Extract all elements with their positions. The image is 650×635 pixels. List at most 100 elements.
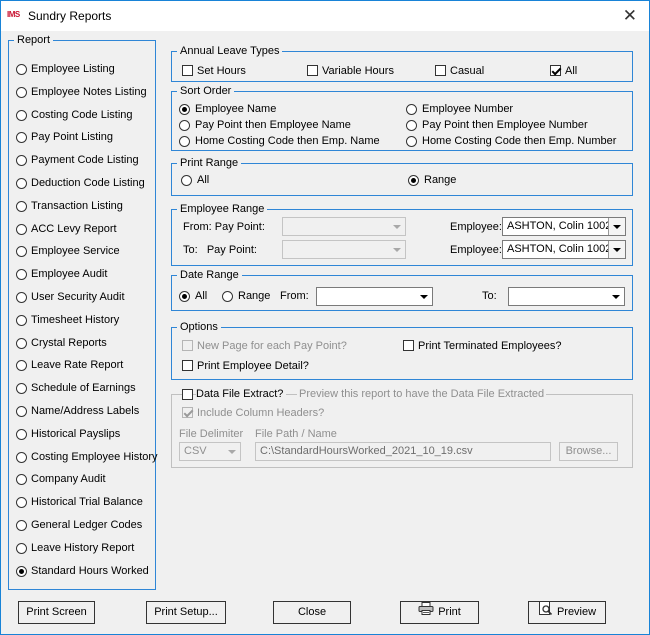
file-path-input[interactable]: C:\StandardHoursWorked_2021_10_19.csv — [255, 442, 551, 461]
report-item[interactable]: Crystal Reports — [16, 336, 156, 352]
print-button[interactable]: Print — [400, 601, 479, 624]
report-item-label: Employee Notes Listing — [31, 85, 147, 98]
date-range-all-radio[interactable] — [179, 291, 190, 302]
to-employee-combo[interactable]: ASHTON, Colin 1002 — [502, 240, 626, 259]
print-range-range-radio[interactable] — [408, 175, 419, 186]
report-radio[interactable] — [16, 474, 27, 486]
report-item[interactable]: Leave Rate Report — [16, 358, 156, 374]
report-item[interactable]: Costing Employee History — [16, 450, 158, 466]
report-item-label: Historical Trial Balance — [31, 496, 143, 509]
report-radio[interactable] — [16, 64, 27, 75]
include-headers-checkbox[interactable] — [182, 407, 193, 418]
report-item-label: Costing Code Listing — [31, 108, 133, 121]
report-radio[interactable] — [16, 223, 27, 235]
report-radio[interactable] — [16, 406, 27, 417]
sort-employee-name-radio[interactable] — [179, 104, 190, 115]
report-radio[interactable] — [16, 497, 27, 509]
report-radio[interactable] — [16, 86, 27, 98]
preview-magnifier-icon — [538, 601, 553, 624]
to-pay-point-combo[interactable] — [282, 240, 406, 259]
from-employee-combo[interactable]: ASHTON, Colin 1002 — [502, 217, 626, 236]
print-range-group-title: Print Range — [177, 156, 242, 170]
browse-button[interactable]: Browse... — [559, 442, 618, 461]
report-item-label: User Security Audit — [31, 291, 125, 303]
report-item[interactable]: Employee Listing — [16, 62, 156, 78]
sort-pay-point-number-radio[interactable] — [406, 120, 417, 131]
report-radio[interactable] — [16, 451, 27, 463]
print-setup-button-label: Print Setup... — [154, 606, 218, 618]
report-item[interactable]: Timesheet History — [16, 313, 156, 329]
from-employee-value: ASHTON, Colin 1002 — [507, 220, 612, 232]
variable-hours-checkbox[interactable] — [307, 65, 318, 76]
print-setup-button[interactable]: Print Setup... — [146, 601, 226, 624]
print-range-all-radio[interactable] — [181, 175, 192, 186]
report-radio[interactable] — [16, 520, 27, 531]
close-button-label: Close — [297, 606, 327, 618]
close-button[interactable]: Close — [273, 601, 351, 624]
report-radio[interactable] — [16, 383, 27, 395]
print-terminated-checkbox[interactable] — [403, 340, 414, 351]
report-radio[interactable] — [16, 428, 27, 440]
report-item[interactable]: ACC Levy Report — [16, 222, 156, 238]
report-item-label: Leave Rate Report — [31, 359, 124, 372]
window-title: Sundry Reports — [28, 9, 112, 23]
report-item[interactable]: Historical Trial Balance — [16, 495, 156, 511]
sort-employee-number-radio[interactable] — [406, 104, 417, 115]
report-item[interactable]: Schedule of Earnings — [16, 381, 156, 397]
report-radio[interactable] — [16, 337, 27, 349]
report-item-label: Employee Audit — [31, 268, 108, 281]
data-file-extract-checkbox[interactable] — [182, 389, 193, 400]
report-item[interactable]: Employee Audit — [16, 267, 156, 283]
report-item[interactable]: Standard Hours Worked — [16, 564, 156, 580]
report-item[interactable]: Name/Address Labels — [16, 404, 156, 420]
report-radio[interactable] — [16, 314, 27, 326]
print-screen-button[interactable]: Print Screen — [18, 601, 95, 624]
report-item[interactable]: User Security Audit — [16, 290, 156, 306]
report-item-label: ACC Levy Report — [31, 222, 117, 235]
report-item[interactable]: Deduction Code Listing — [16, 176, 156, 192]
date-range-range-label: Range — [238, 290, 271, 302]
variable-hours-label: Variable Hours — [322, 65, 394, 77]
report-radio[interactable] — [16, 292, 27, 303]
report-item[interactable]: Historical Payslips — [16, 427, 156, 443]
sort-home-costing-name-radio[interactable] — [179, 136, 190, 147]
sort-pay-point-name-radio[interactable] — [179, 120, 190, 131]
report-item[interactable]: Transaction Listing — [16, 199, 156, 215]
to-employee-label: Employee: — [450, 244, 502, 256]
new-page-checkbox[interactable] — [182, 340, 193, 351]
report-item[interactable]: General Ledger Codes — [16, 518, 156, 534]
data-file-extract-label: Data File Extract? — [196, 388, 287, 401]
file-delimiter-combo[interactable]: CSV — [179, 442, 241, 461]
report-item[interactable]: Pay Point Listing — [16, 130, 156, 146]
report-item-label: General Ledger Codes — [31, 519, 143, 531]
report-radio[interactable] — [16, 178, 27, 189]
report-item[interactable]: Costing Code Listing — [16, 108, 156, 124]
date-to-combo[interactable] — [508, 287, 625, 306]
preview-button[interactable]: Preview — [528, 601, 606, 624]
from-pay-point-combo[interactable] — [282, 217, 406, 236]
report-radio[interactable] — [16, 200, 27, 212]
report-radio[interactable] — [16, 565, 27, 577]
report-radio[interactable] — [16, 109, 27, 121]
report-item[interactable]: Employee Notes Listing — [16, 85, 156, 101]
report-radio[interactable] — [16, 269, 27, 281]
sort-employee-name-label: Employee Name — [195, 103, 277, 115]
print-employee-detail-checkbox[interactable] — [182, 360, 193, 371]
date-from-combo[interactable] — [316, 287, 433, 306]
report-radio[interactable] — [16, 155, 27, 167]
report-item[interactable]: Employee Service — [16, 244, 156, 260]
report-item[interactable]: Leave History Report — [16, 541, 156, 557]
report-radio[interactable] — [16, 542, 27, 554]
all-leave-checkbox[interactable] — [550, 65, 561, 76]
report-radio[interactable] — [16, 246, 27, 258]
sort-home-costing-number-radio[interactable] — [406, 136, 417, 147]
set-hours-checkbox[interactable] — [182, 65, 193, 76]
report-item[interactable]: Company Audit — [16, 472, 156, 488]
report-item[interactable]: Payment Code Listing — [16, 153, 156, 169]
casual-checkbox[interactable] — [435, 65, 446, 76]
set-hours-label: Set Hours — [197, 65, 246, 77]
date-range-range-radio[interactable] — [222, 291, 233, 302]
report-radio[interactable] — [16, 360, 27, 372]
close-window-icon[interactable]: ✕ — [623, 6, 637, 26]
report-radio[interactable] — [16, 132, 27, 144]
